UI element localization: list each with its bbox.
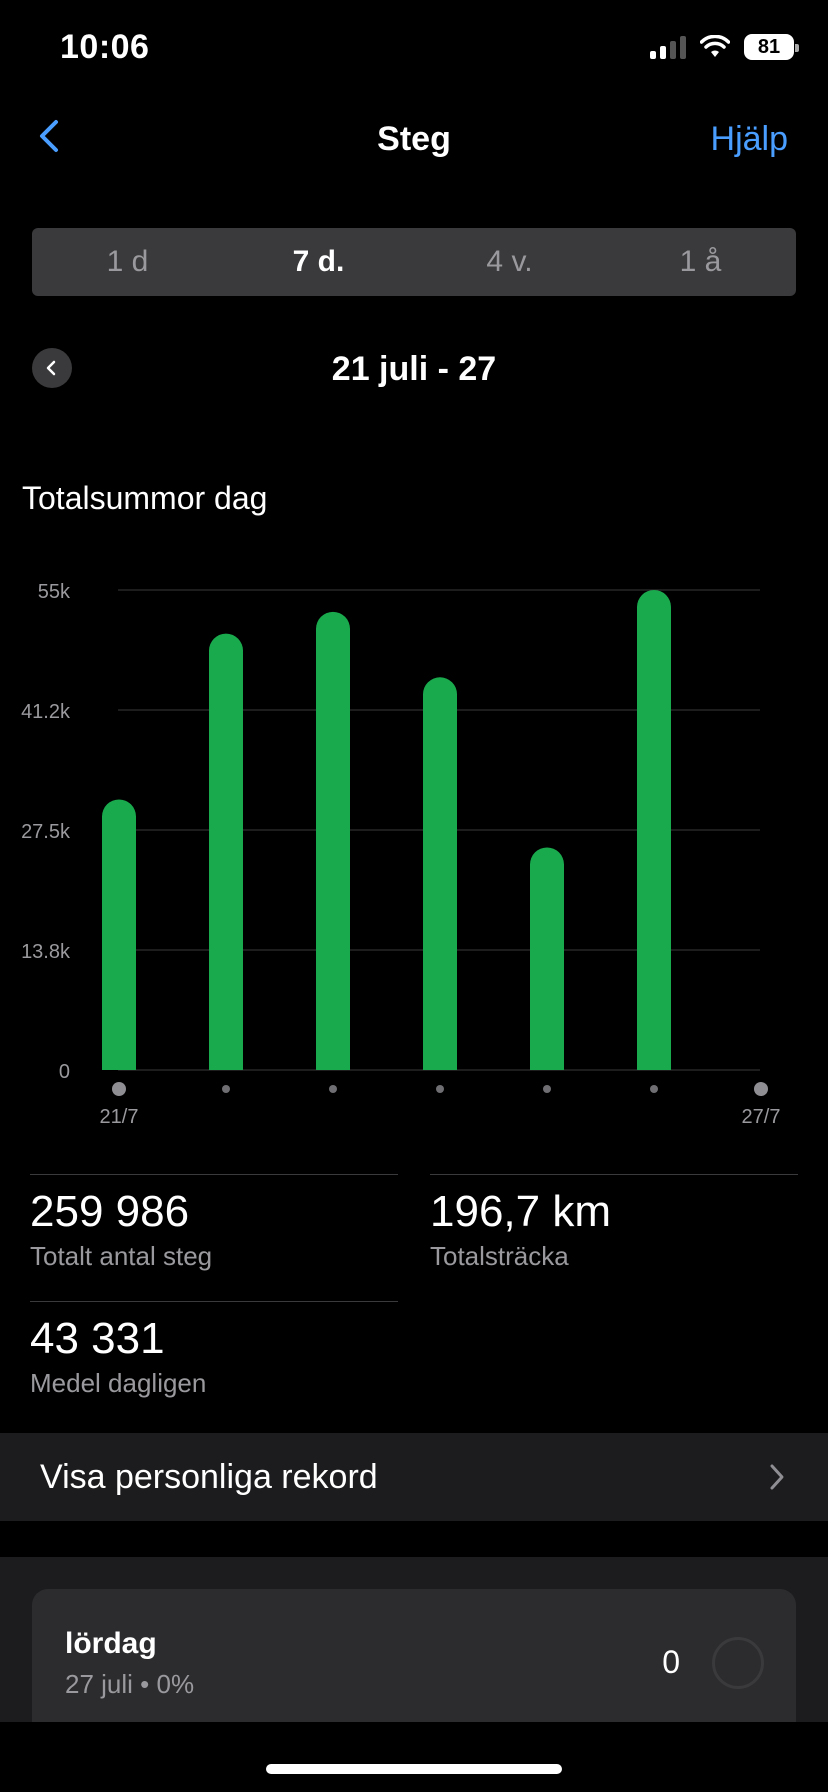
x-tick-label: 27/7 bbox=[742, 1106, 781, 1128]
x-tick-dot bbox=[754, 1082, 768, 1096]
day-date-info: 27 juli • 0% bbox=[65, 1669, 195, 1699]
cellular-signal-icon bbox=[650, 35, 686, 59]
section-title: Totalsummor dag bbox=[22, 480, 268, 516]
chevron-right-icon bbox=[770, 1464, 784, 1490]
personal-records-row[interactable]: Visa personliga rekord bbox=[0, 1433, 828, 1521]
x-tick-dot bbox=[436, 1085, 444, 1093]
x-tick-dot bbox=[329, 1085, 337, 1093]
day-step-count: 0 bbox=[662, 1644, 680, 1680]
status-bar: 10:06 81 bbox=[0, 0, 828, 100]
x-tick-dot bbox=[222, 1085, 230, 1093]
bar bbox=[209, 633, 243, 1070]
day-list-section: lördag 27 juli • 0% 0 bbox=[0, 1557, 828, 1722]
y-tick-label: 13.8k bbox=[21, 941, 71, 963]
x-tick-dot bbox=[543, 1085, 551, 1093]
steps-bar-chart: 0 13.8k 27.5k 41.2k 55k 21/7 27/7 bbox=[21, 581, 781, 1128]
day-name: lördag bbox=[65, 1627, 157, 1660]
bar bbox=[102, 799, 136, 1070]
total-distance-label: Totalsträcka bbox=[430, 1241, 569, 1271]
day-card[interactable]: lördag 27 juli • 0% 0 bbox=[32, 1589, 796, 1722]
bar bbox=[316, 611, 350, 1070]
tab-1-day[interactable]: 1 d bbox=[32, 228, 223, 296]
stat-total-distance: 196,7 km Totalsträcka bbox=[430, 1174, 798, 1272]
home-indicator[interactable] bbox=[266, 1764, 562, 1774]
daily-average-label: Medel dagligen bbox=[30, 1368, 207, 1398]
status-icons: 81 bbox=[650, 34, 799, 60]
personal-records-label: Visa personliga rekord bbox=[40, 1457, 378, 1496]
navigation-bar: Steg Hjälp bbox=[0, 100, 828, 180]
bar bbox=[423, 677, 457, 1070]
x-tick-label: 21/7 bbox=[100, 1106, 139, 1128]
date-range-row: 21 juli - 27 bbox=[0, 340, 828, 396]
period-segmented-control: 1 d 7 d. 4 v. 1 å bbox=[32, 228, 796, 296]
bottom-area bbox=[0, 1722, 828, 1792]
stat-daily-average: 43 331 Medel dagligen bbox=[30, 1301, 398, 1399]
x-tick-dot bbox=[112, 1082, 126, 1096]
status-time: 10:06 bbox=[60, 28, 150, 66]
y-tick-label: 27.5k bbox=[21, 821, 71, 843]
tab-7-days[interactable]: 7 d. bbox=[223, 228, 414, 296]
help-button[interactable]: Hjälp bbox=[711, 120, 788, 159]
total-distance-value: 196,7 km bbox=[430, 1187, 611, 1236]
stat-total-steps: 259 986 Totalt antal steg bbox=[30, 1174, 398, 1272]
total-steps-value: 259 986 bbox=[30, 1187, 190, 1236]
y-tick-label: 55k bbox=[38, 581, 71, 603]
y-tick-label: 41.2k bbox=[21, 701, 71, 723]
x-tick-dot bbox=[650, 1085, 658, 1093]
total-steps-label: Totalt antal steg bbox=[30, 1241, 213, 1271]
bar bbox=[530, 847, 564, 1070]
date-range-label: 21 juli - 27 bbox=[331, 350, 497, 388]
daily-average-value: 43 331 bbox=[30, 1314, 165, 1363]
wifi-icon bbox=[700, 35, 730, 57]
page-title: Steg bbox=[377, 120, 451, 158]
progress-ring-icon bbox=[712, 1637, 764, 1689]
battery-level: 81 bbox=[757, 35, 781, 58]
y-tick-label: 0 bbox=[59, 1061, 70, 1083]
tab-4-weeks[interactable]: 4 v. bbox=[414, 228, 605, 296]
battery-icon: 81 bbox=[744, 34, 799, 60]
bar bbox=[637, 590, 671, 1070]
tab-1-year[interactable]: 1 å bbox=[605, 228, 796, 296]
